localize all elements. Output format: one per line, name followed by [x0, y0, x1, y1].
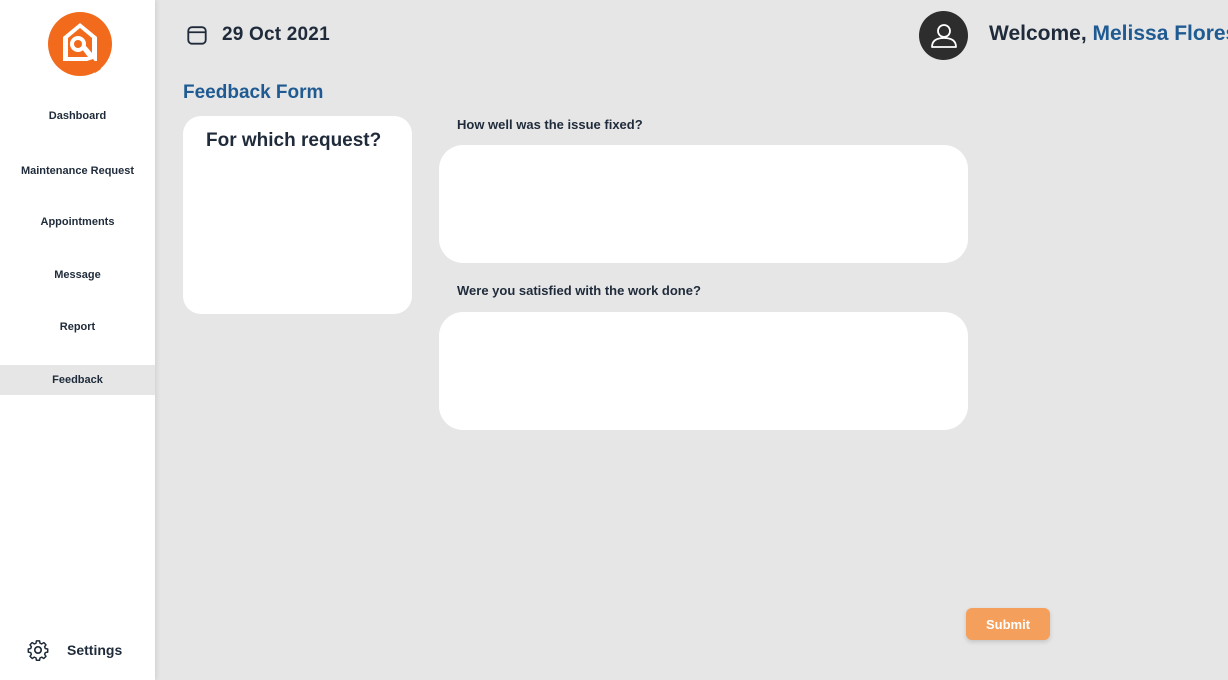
- user-icon: [930, 23, 957, 48]
- settings-link[interactable]: Settings: [27, 636, 122, 664]
- question-2-answer-field[interactable]: [439, 312, 968, 430]
- date-display: 29 Oct 2021: [186, 24, 330, 46]
- submit-button[interactable]: Submit: [966, 608, 1050, 640]
- logo-icon: [48, 12, 112, 76]
- request-selector-card[interactable]: For which request?: [183, 116, 412, 314]
- welcome-text: Welcome,: [989, 22, 1087, 45]
- question-2-label: Were you satisfied with the work done?: [457, 283, 701, 298]
- current-date: 29 Oct 2021: [222, 24, 330, 45]
- sidebar-item-maintenance-request[interactable]: Maintenance Request: [0, 165, 155, 177]
- question-1-answer-field[interactable]: [439, 145, 968, 263]
- question-1-label: How well was the issue fixed?: [457, 117, 643, 132]
- gear-icon: [27, 640, 49, 661]
- sidebar-item-report[interactable]: Report: [0, 321, 155, 333]
- sidebar-item-message[interactable]: Message: [0, 269, 155, 281]
- calendar-icon: [187, 26, 207, 45]
- avatar[interactable]: [919, 11, 968, 60]
- user-name: Melissa Flores: [1092, 22, 1228, 45]
- app-logo[interactable]: [47, 11, 113, 79]
- settings-label: Settings: [67, 642, 123, 658]
- request-selector-title: For which request?: [206, 130, 382, 151]
- sidebar-item-appointments[interactable]: Appointments: [0, 216, 155, 228]
- sidebar-item-dashboard[interactable]: Dashboard: [0, 110, 155, 122]
- sidebar: Dashboard Maintenance Request Appointmen…: [0, 0, 155, 680]
- welcome-message: Welcome, Melissa Flores: [989, 22, 1228, 46]
- sidebar-item-feedback[interactable]: Feedback: [0, 365, 155, 395]
- page-title: Feedback Form: [183, 82, 324, 103]
